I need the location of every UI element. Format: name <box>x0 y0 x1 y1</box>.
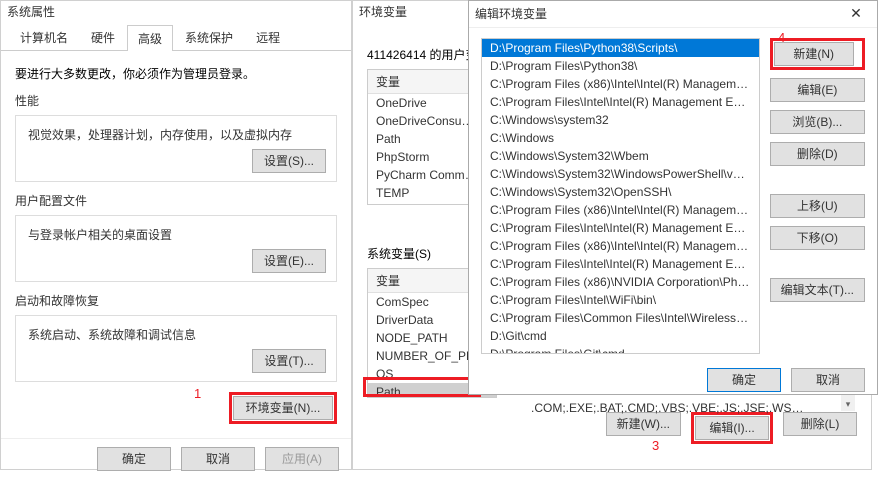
startup-group: 系统启动、系统故障和调试信息 设置(T)... <box>15 315 337 382</box>
editpath-ok-button[interactable]: 确定 <box>707 368 781 392</box>
startup-desc: 系统启动、系统故障和调试信息 <box>28 326 324 343</box>
profile-desc: 与登录帐户相关的桌面设置 <box>28 226 324 243</box>
annotation-1: 1 <box>194 386 201 401</box>
profile-title: 用户配置文件 <box>15 192 337 209</box>
path-movedown-button[interactable]: 下移(O) <box>770 226 865 250</box>
editpath-cancel-button[interactable]: 取消 <box>791 368 865 392</box>
tab-sysprotect[interactable]: 系统保护 <box>174 24 244 50</box>
path-item[interactable]: C:\Program Files\Intel\Intel(R) Manageme… <box>482 219 759 237</box>
annotation-3: 3 <box>652 438 659 453</box>
env-variables-button[interactable]: 环境变量(N)... <box>233 396 333 420</box>
tab-advanced[interactable]: 高级 <box>127 25 173 51</box>
sysprops-ok-button[interactable]: 确定 <box>97 447 171 471</box>
tab-remote[interactable]: 远程 <box>245 24 291 50</box>
sys-var-value-pathext: .COM;.EXE;.BAT;.CMD;.VBS;.VBE;.JS;.JSE;.… <box>525 399 813 417</box>
perf-title: 性能 <box>15 92 337 109</box>
envvar-title: 环境变量 <box>359 3 407 20</box>
close-icon[interactable]: ✕ <box>841 3 871 23</box>
tab-computername[interactable]: 计算机名 <box>9 24 79 50</box>
path-item[interactable]: D:\Program Files\Python38\Scripts\ <box>482 39 759 57</box>
editpath-titlebar: 编辑环境变量 ✕ <box>469 1 877 28</box>
annotation-4: 4 <box>778 30 785 45</box>
editpath-title: 编辑环境变量 <box>475 5 547 22</box>
startup-settings-button[interactable]: 设置(T)... <box>252 349 326 373</box>
sysprops-intro: 要进行大多数更改，你必须作为管理员登录。 <box>15 65 337 82</box>
tab-hardware[interactable]: 硬件 <box>80 24 126 50</box>
path-edittext-button[interactable]: 编辑文本(T)... <box>770 278 865 302</box>
path-item[interactable]: D:\Program Files\Git\cmd <box>482 345 759 354</box>
edit-path-window: 编辑环境变量 ✕ D:\Program Files\Python38\Scrip… <box>468 0 878 395</box>
path-delete-button[interactable]: 删除(D) <box>770 142 865 166</box>
path-edit-button[interactable]: 编辑(E) <box>770 78 865 102</box>
path-item[interactable]: C:\Program Files (x86)\NVIDIA Corporatio… <box>482 273 759 291</box>
path-item[interactable]: D:\Git\cmd <box>482 327 759 345</box>
sys-edit-button[interactable]: 编辑(I)... <box>695 416 769 440</box>
editpath-button-row: 确定 取消 <box>469 360 877 400</box>
path-item[interactable]: C:\Program Files\Intel\Intel(R) Manageme… <box>482 93 759 111</box>
startup-title: 启动和故障恢复 <box>15 292 337 309</box>
path-item[interactable]: C:\Windows\System32\OpenSSH\ <box>482 183 759 201</box>
path-listbox[interactable]: D:\Program Files\Python38\Scripts\D:\Pro… <box>481 38 760 354</box>
path-item[interactable]: C:\Program Files\Intel\WiFi\bin\ <box>482 291 759 309</box>
path-item[interactable]: C:\Program Files (x86)\Intel\Intel(R) Ma… <box>482 237 759 255</box>
path-item[interactable]: C:\Windows <box>482 129 759 147</box>
path-item[interactable]: C:\Program Files\Common Files\Intel\Wire… <box>482 309 759 327</box>
path-item[interactable]: D:\Program Files\Python38\ <box>482 57 759 75</box>
path-new-button[interactable]: 新建(N) <box>774 42 854 66</box>
path-item[interactable]: C:\Windows\System32\WindowsPowerShell\v1… <box>482 165 759 183</box>
path-item[interactable]: C:\Program Files\Intel\Intel(R) Manageme… <box>482 255 759 273</box>
path-item[interactable]: C:\Windows\system32 <box>482 111 759 129</box>
path-browse-button[interactable]: 浏览(B)... <box>770 110 865 134</box>
profile-group: 与登录帐户相关的桌面设置 设置(E)... <box>15 215 337 282</box>
sysprops-title: 系统属性 <box>7 3 55 20</box>
sysprops-cancel-button[interactable]: 取消 <box>181 447 255 471</box>
path-item[interactable]: C:\Program Files (x86)\Intel\Intel(R) Ma… <box>482 201 759 219</box>
perf-group: 视觉效果，处理器计划，内存使用，以及虚拟内存 设置(S)... <box>15 115 337 182</box>
sysprops-apply-button[interactable]: 应用(A) <box>265 447 339 471</box>
sysprops-tabs: 计算机名 硬件 高级 系统保护 远程 <box>1 24 351 51</box>
sysprops-button-row: 确定 取消 应用(A) <box>1 438 351 479</box>
path-item[interactable]: C:\Windows\System32\Wbem <box>482 147 759 165</box>
path-item[interactable]: C:\Program Files (x86)\Intel\Intel(R) Ma… <box>482 75 759 93</box>
system-properties-window: 系统属性 计算机名 硬件 高级 系统保护 远程 要进行大多数更改，你必须作为管理… <box>0 0 352 470</box>
path-moveup-button[interactable]: 上移(U) <box>770 194 865 218</box>
perf-desc: 视觉效果，处理器计划，内存使用，以及虚拟内存 <box>28 126 324 143</box>
perf-settings-button[interactable]: 设置(S)... <box>252 149 326 173</box>
profile-settings-button[interactable]: 设置(E)... <box>252 249 326 273</box>
editpath-side-buttons: 新建(N) 编辑(E) 浏览(B)... 删除(D) 上移(U) 下移(O) 编… <box>770 38 865 354</box>
sysprops-titlebar: 系统属性 <box>1 1 351 24</box>
